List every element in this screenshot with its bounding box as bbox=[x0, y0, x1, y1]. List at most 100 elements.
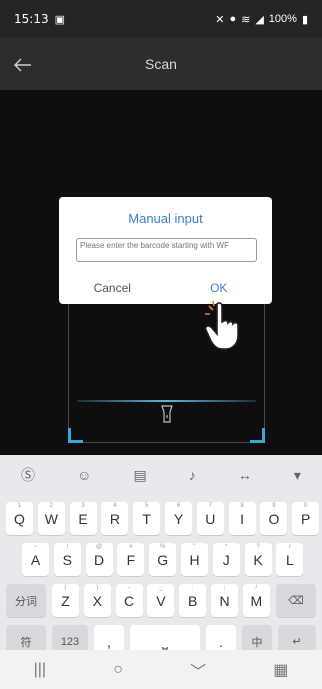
recent-apps-icon[interactable]: ||| bbox=[34, 661, 46, 679]
key-q-hint: 1 bbox=[17, 503, 22, 509]
key-e[interactable]: E3 bbox=[69, 502, 97, 535]
key-b-label: B bbox=[188, 592, 198, 609]
key-x-label: X bbox=[92, 592, 102, 609]
key-m-hint: / bbox=[255, 585, 258, 591]
key-i-label: I bbox=[240, 510, 245, 527]
manual-input-dialog: Manual input Cancel OK bbox=[59, 197, 272, 304]
status-bar: 15:13 ▣ ✕ ● ≋ ◢ 100% ▮ bbox=[0, 0, 322, 38]
key-b-hint: : bbox=[191, 585, 194, 591]
key-e-label: E bbox=[78, 510, 88, 527]
key-a-label: A bbox=[30, 551, 41, 568]
battery-level: 100% bbox=[268, 13, 297, 25]
scan-line bbox=[77, 400, 256, 402]
cursor-move-icon[interactable]: ↔ bbox=[238, 467, 252, 483]
key-i[interactable]: I8 bbox=[228, 502, 256, 535]
key-q[interactable]: Q1 bbox=[6, 502, 33, 535]
emoji-icon[interactable]: ☺ bbox=[77, 467, 91, 483]
key-n[interactable]: N; bbox=[211, 584, 238, 617]
status-icons: ✕ ● ≋ ◢ 100% ▮ bbox=[215, 13, 308, 26]
key-v[interactable]: V _ bbox=[147, 584, 175, 617]
microphone-icon[interactable]: ♪ bbox=[189, 467, 196, 483]
key-f-label: F bbox=[126, 551, 136, 568]
key-n-hint: ; bbox=[223, 585, 226, 591]
key-e-hint: 3 bbox=[81, 503, 85, 509]
key-chinese-english-label: 中 bbox=[251, 636, 263, 649]
key-y-label: Y bbox=[173, 510, 184, 527]
scan-corner-bottom-left bbox=[68, 428, 83, 443]
collapse-keyboard-icon[interactable]: ▾ bbox=[294, 467, 301, 484]
key-s-label: S bbox=[62, 551, 72, 568]
key-h[interactable]: H " bbox=[181, 543, 208, 576]
cancel-button[interactable]: Cancel bbox=[59, 273, 166, 304]
key-o[interactable]: O9 bbox=[260, 502, 288, 535]
key-s-hint: ! bbox=[66, 544, 69, 550]
image-notification-icon: ▣ bbox=[54, 13, 65, 26]
key-k-hint: ? bbox=[256, 544, 260, 550]
key-m-label: M bbox=[250, 592, 263, 609]
key-j-label: J bbox=[222, 551, 230, 568]
back-chevron-icon[interactable]: ﹀ bbox=[190, 658, 206, 682]
key-w[interactable]: W2 bbox=[37, 502, 65, 535]
key-comma-label: , bbox=[107, 633, 111, 650]
key-g-hint: % bbox=[160, 544, 166, 550]
flashlight-icon[interactable] bbox=[159, 404, 175, 424]
signal-icon: ◢ bbox=[255, 13, 264, 26]
key-l[interactable]: L / bbox=[276, 543, 304, 576]
back-button[interactable] bbox=[8, 50, 38, 80]
key-j[interactable]: J * bbox=[212, 543, 240, 576]
keyboard-switch-icon[interactable]: ▦ bbox=[273, 660, 288, 680]
key-j-hint: * bbox=[225, 544, 228, 550]
key-l-hint: / bbox=[289, 544, 291, 550]
key-w-label: W bbox=[44, 510, 58, 527]
key-x-hint: ) bbox=[96, 585, 99, 591]
key-v-hint: _ bbox=[159, 585, 163, 591]
key-t[interactable]: T5 bbox=[133, 502, 161, 535]
key-h-label: H bbox=[189, 551, 200, 568]
key-c-hint: - bbox=[128, 585, 131, 591]
key-r[interactable]: R4 bbox=[101, 502, 129, 535]
key-k[interactable]: K? bbox=[244, 543, 272, 576]
key-d-label: D bbox=[94, 551, 105, 568]
key-y[interactable]: Y6 bbox=[165, 502, 192, 535]
key-f-hint: # bbox=[129, 544, 133, 550]
sogou-logo-icon[interactable]: Ⓢ bbox=[21, 465, 35, 485]
key-i-hint: 8 bbox=[240, 503, 244, 509]
key-b[interactable]: B: bbox=[179, 584, 207, 617]
key-w-hint: 2 bbox=[49, 503, 53, 509]
battery-icon: ▮ bbox=[301, 13, 308, 26]
key-p-label: P bbox=[301, 510, 311, 527]
key-o-hint: 9 bbox=[272, 503, 276, 509]
key-p[interactable]: P0 bbox=[292, 502, 320, 535]
key-g[interactable]: G% bbox=[149, 543, 177, 576]
key-space-label: ⎵ bbox=[162, 633, 168, 649]
key-m[interactable]: M / bbox=[242, 584, 270, 617]
key-z[interactable]: Z( bbox=[52, 584, 79, 617]
home-icon[interactable]: ○ bbox=[113, 661, 123, 679]
dialog-title: Manual input bbox=[128, 211, 203, 226]
key-g-label: G bbox=[157, 551, 169, 568]
soft-keyboard: Ⓢ ☺ ▤ ♪ ↔ ▾ Q 1 W 2 E 3 R 4 T 5 Y 6 U 7 I 8 O 9 P 0 A ~ S! D @ F #… bbox=[0, 455, 322, 658]
key-u[interactable]: U7 bbox=[196, 502, 224, 535]
key-u-hint: 7 bbox=[208, 503, 212, 509]
key-v-label: V bbox=[156, 592, 166, 609]
key-o-label: O bbox=[268, 510, 280, 527]
key-t-label: T bbox=[142, 510, 151, 527]
key-a[interactable]: A ~ bbox=[22, 543, 49, 576]
clipboard-icon[interactable]: ▤ bbox=[133, 467, 146, 484]
key-x[interactable]: X) bbox=[83, 584, 111, 617]
barcode-input[interactable] bbox=[76, 238, 257, 262]
status-time: 15:13 bbox=[14, 12, 49, 26]
location-icon: ● bbox=[229, 13, 237, 25]
key-segment-label: 分词 bbox=[15, 595, 37, 608]
key-backspace[interactable]: ⌫ bbox=[276, 584, 316, 617]
key-period-label: . bbox=[219, 633, 223, 650]
key-c[interactable]: C- bbox=[115, 584, 143, 617]
keyboard-toolbar: Ⓢ ☺ ▤ ♪ ↔ ▾ bbox=[0, 455, 322, 495]
key-segment[interactable]: 分词 bbox=[6, 584, 46, 617]
key-s[interactable]: S! bbox=[53, 543, 81, 576]
pointing-hand-icon bbox=[204, 300, 239, 350]
key-r-hint: 4 bbox=[113, 503, 117, 509]
key-d[interactable]: D @ bbox=[85, 543, 113, 576]
key-f[interactable]: F # bbox=[117, 543, 145, 576]
key-k-label: K bbox=[253, 551, 263, 568]
